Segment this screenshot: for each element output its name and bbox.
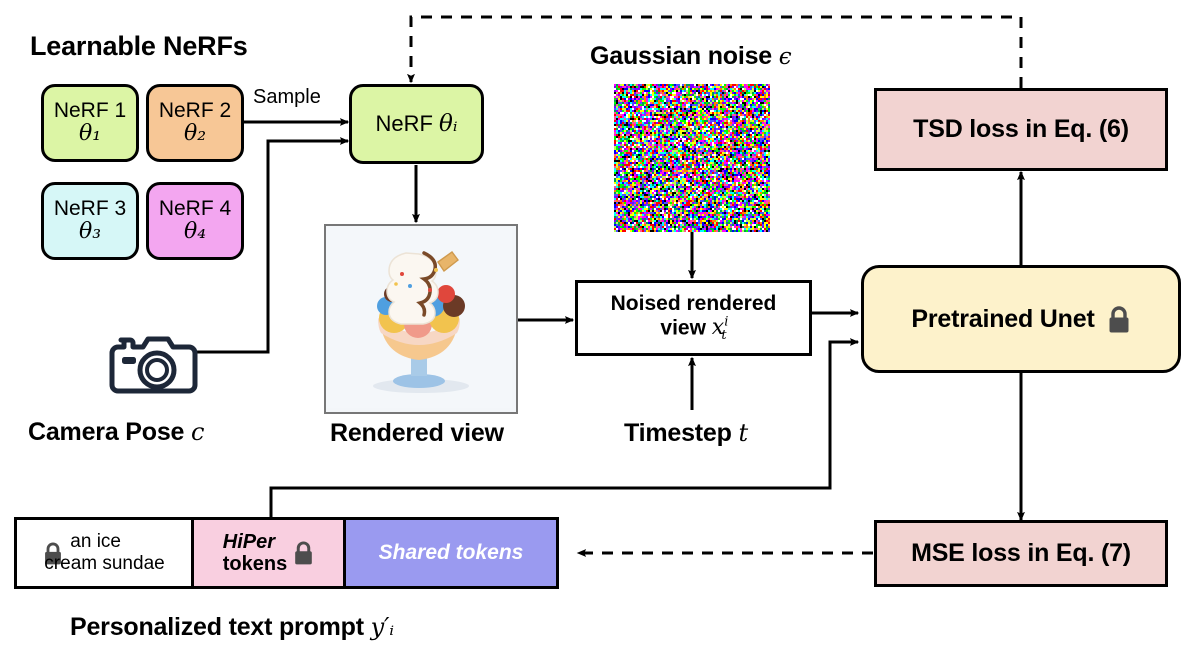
diagram-canvas: Learnable NeRFs NeRF 1 θ₁ NeRF 2 θ₂ NeRF… [0,0,1200,668]
prompt-text-line1: an ice [70,531,121,553]
nerf-selected-label: NeRF [375,111,433,136]
prompt-cell-text[interactable]: an ice cream sundae [14,517,194,589]
shared-tokens-label: Shared tokens [378,541,524,564]
nerf-selected-theta: θᵢ [439,111,458,137]
gaussian-noise-text: Gaussian noise [590,42,772,70]
mse-loss-label: MSE loss in Eq. (7) [911,539,1131,567]
lock-icon [293,540,314,566]
noised-rendered-view-box: Noised rendered view xit [575,280,812,356]
gaussian-noise-image [614,84,770,232]
nerf-box-3-label: NeRF 3 [53,196,127,220]
nerf-box-1[interactable]: NeRF 1 θ₁ [41,84,139,162]
mse-loss-box: MSE loss in Eq. (7) [874,520,1168,587]
lock-icon [1107,305,1131,334]
rendered-view-label: Rendered view [330,419,504,447]
camera-icon [101,330,198,398]
personalized-prompt-caption: Personalized text prompt y′ᵢ [70,613,394,642]
nerf-box-2-theta: θ₂ [183,121,207,147]
nerf-box-1-label: NeRF 1 [53,98,127,122]
nerf-box-3-theta: θ₃ [78,219,102,245]
timestep-label: Timestep t [624,419,748,448]
nerf-selected-box[interactable]: NeRF θᵢ [349,84,484,164]
noised-box-line1: Noised rendered [610,292,777,316]
camera-pose-label: Camera Pose c [28,418,204,447]
tsd-loss-box: TSD loss in Eq. (6) [874,88,1168,171]
pretrained-unet-label: Pretrained Unet [911,304,1095,333]
prompt-cell-hiper[interactable]: HiPer tokens [191,517,346,589]
prompt-text-line2: cream sundae [44,553,165,574]
nerf-box-4-label: NeRF 4 [158,196,232,220]
pretrained-unet-box: Pretrained Unet [861,265,1181,373]
camera-pose-symbol: c [190,418,205,446]
nerf-box-3[interactable]: NeRF 3 θ₃ [41,182,139,260]
rendered-view-image [324,224,518,414]
nerf-box-4-theta: θ₄ [183,219,207,245]
sample-label: Sample [253,86,321,108]
gaussian-noise-label: Gaussian noise ϵ [590,42,792,71]
noised-box-line2: view [660,315,706,339]
timestep-symbol: t [738,419,748,447]
timestep-text: Timestep [624,419,732,447]
prompt-caption-symbol: y′ᵢ [370,613,394,641]
nerf-box-1-theta: θ₁ [78,121,102,147]
gaussian-noise-symbol: ϵ [778,44,792,70]
nerf-box-2-label: NeRF 2 [158,98,232,122]
hiper-label-tokens: tokens [222,553,288,575]
nerf-box-2[interactable]: NeRF 2 θ₂ [146,84,244,162]
personalized-prompt-row: an ice cream sundae HiPer tokens Shared … [14,517,559,589]
hiper-label-italic: HiPer [222,530,276,553]
tsd-loss-label: TSD loss in Eq. (6) [913,115,1129,143]
camera-pose-text: Camera Pose [28,418,185,446]
prompt-caption-text: Personalized text prompt [70,613,364,641]
prompt-cell-shared[interactable]: Shared tokens [343,517,559,589]
nerf-box-4[interactable]: NeRF 4 θ₄ [146,182,244,260]
noised-box-variable: xit [711,314,729,344]
section-title-learnable-nerfs: Learnable NeRFs [30,31,248,61]
